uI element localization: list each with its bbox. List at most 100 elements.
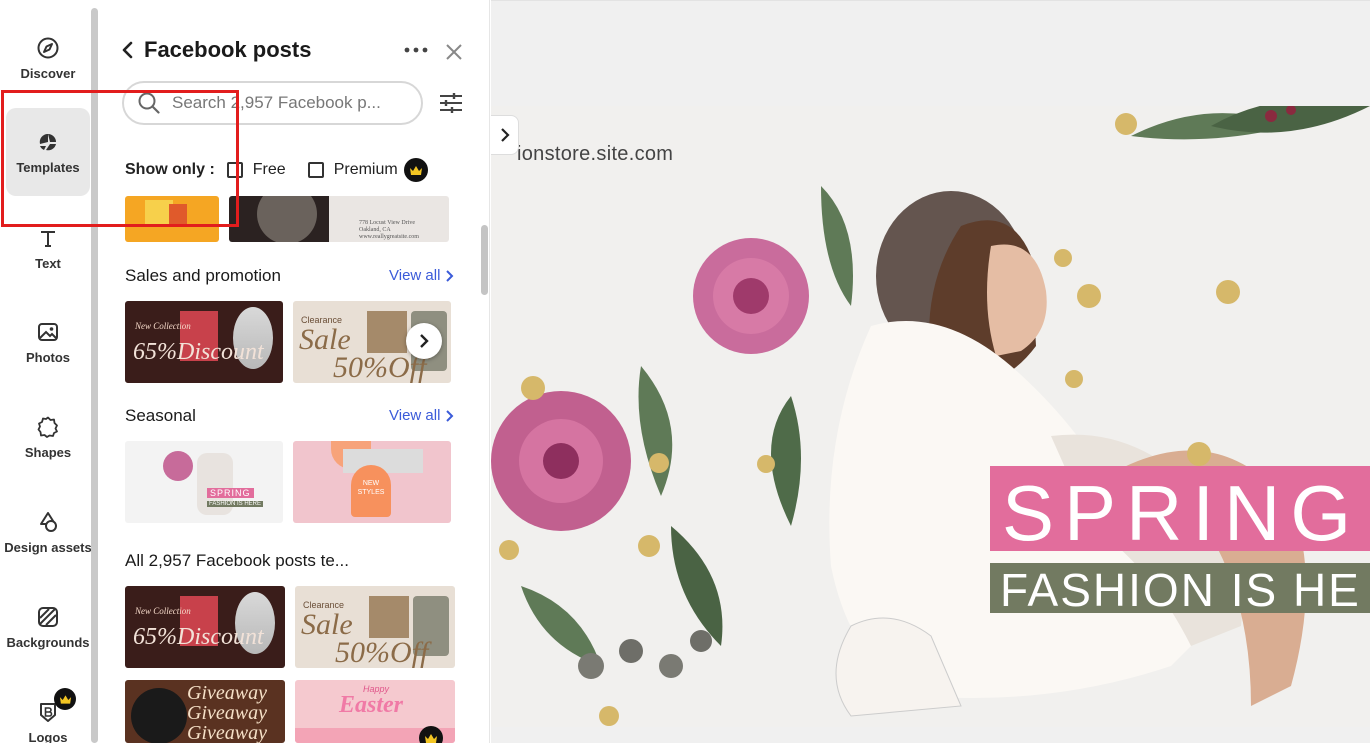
rail-label: Backgrounds [6, 634, 90, 650]
templates-icon [39, 133, 56, 150]
free-checkbox[interactable] [226, 162, 243, 178]
rail-item-design-assets[interactable]: Design assets [4, 488, 92, 576]
left-rail: Discover Templates Text Photos Shapes De… [0, 0, 100, 743]
thumb-percent: 50%Off [333, 351, 427, 383]
crown-icon [54, 688, 76, 710]
view-all-sales-link[interactable]: View all [389, 267, 454, 284]
premium-checkbox[interactable] [307, 162, 324, 178]
free-label: Free [252, 161, 286, 178]
search-field[interactable] [122, 81, 423, 125]
promo-image [367, 311, 407, 353]
thumb-title: Easter [339, 692, 404, 718]
thumb-percent: 50%Off [335, 636, 429, 668]
template-thumb-clearance-sale[interactable]: Clearance Sale 50%Off [295, 586, 455, 668]
thumb-subtitle: New Collection [135, 606, 191, 616]
rail-label: Templates [16, 159, 80, 175]
address-text: 778 Locust View Drive Oakland, CA www.re… [359, 220, 419, 240]
free-filter[interactable]: Free [226, 161, 286, 179]
rail-item-discover[interactable]: Discover [6, 14, 90, 102]
backgrounds-icon [38, 606, 58, 627]
template-thumb-easter[interactable]: Happy Easter [295, 680, 455, 743]
editor-app: Discover Templates Text Photos Shapes De… [0, 0, 1370, 743]
section-title-all: All 2,957 Facebook posts te... [125, 551, 349, 570]
crown-icon [403, 158, 428, 182]
canvas-background [491, 727, 1370, 743]
template-thumb-new-styles[interactable]: NEW STYLES [293, 441, 451, 523]
carousel-next-button[interactable] [406, 323, 442, 359]
template-thumb-spring[interactable]: SPRING FASHION IS HERE [125, 441, 283, 523]
canvas-headline: SPRING [1002, 469, 1362, 551]
text-icon [41, 230, 55, 247]
back-button[interactable] [122, 36, 140, 64]
canvas-headline-block[interactable]: SPRING [990, 466, 1370, 551]
rail-label: Logos [28, 729, 68, 743]
chevron-right-icon [446, 409, 454, 422]
rail-item-backgrounds[interactable]: Backgrounds [6, 583, 90, 671]
flower-image [163, 451, 193, 481]
filter-button[interactable] [438, 90, 464, 116]
compass-icon [37, 37, 59, 58]
rail-label: Shapes [24, 444, 72, 460]
template-thumb-sale-65[interactable]: New Collection 65%Discount [125, 301, 283, 383]
photo-icon [38, 322, 58, 341]
thumb-title: NEW STYLES [351, 465, 391, 517]
rail-item-text[interactable]: Text [6, 204, 90, 292]
panel-header: Facebook posts [122, 36, 311, 64]
chevron-left-icon [122, 41, 133, 59]
thumb-badge: SPRING [207, 488, 254, 498]
crown-icon [419, 726, 443, 743]
more-options-button[interactable] [402, 38, 430, 62]
premium-filter[interactable]: Premium [307, 158, 428, 182]
rail-label: Photos [25, 349, 71, 365]
section-title-sales: Sales and promotion [125, 266, 281, 285]
search-icon [138, 92, 160, 114]
panel-scrollbar[interactable] [481, 225, 488, 295]
thumb-subtitle: New Collection [135, 321, 191, 331]
template-thumb[interactable]: 778 Locust View Drive Oakland, CA www.re… [229, 196, 449, 242]
close-button[interactable] [442, 40, 466, 64]
view-all-seasonal-link[interactable]: View all [389, 407, 454, 424]
show-only-label: Show only : [125, 161, 215, 178]
view-all-label: View all [389, 267, 441, 284]
thumb-title: Giveaway [187, 722, 267, 743]
fashion-photo [491, 106, 1370, 727]
rail-item-photos[interactable]: Photos [6, 298, 90, 386]
rail-item-logos[interactable]: Logos [6, 678, 90, 743]
promo-image [369, 596, 409, 638]
rail-scrollbar[interactable] [91, 8, 98, 743]
chevron-right-icon [500, 128, 510, 142]
canvas-subheadline: FASHION IS HE [1000, 564, 1361, 613]
rail-item-templates[interactable]: Templates [6, 108, 90, 196]
view-all-label: View all [389, 407, 441, 424]
canvas-site-url[interactable]: ionstore.site.com [517, 143, 673, 166]
sliders-icon [440, 93, 462, 113]
more-icon [404, 47, 428, 53]
rail-label: Text [35, 255, 61, 271]
thumb-title: 65%Discount [133, 624, 264, 650]
photo-block [257, 196, 317, 242]
template-thumb-giveaway[interactable]: Giveaway Giveaway Giveaway [125, 680, 285, 743]
close-icon [446, 44, 462, 60]
chevron-right-icon [420, 334, 429, 348]
product-image [169, 204, 187, 226]
search-input[interactable] [172, 93, 382, 113]
collapse-panel-button[interactable] [491, 115, 519, 155]
canvas-subheadline-block[interactable]: FASHION IS HE [990, 563, 1370, 613]
thumb-subtitle: FASHION IS HERE [207, 501, 264, 507]
templates-panel: Facebook posts Show only : Free Premium [100, 0, 490, 743]
rail-item-shapes[interactable]: Shapes [6, 393, 90, 481]
chevron-right-icon [446, 269, 454, 282]
rail-label: Design assets [4, 539, 92, 555]
premium-label: Premium [333, 161, 398, 178]
template-thumb[interactable] [125, 196, 219, 242]
show-only-filters: Show only : Free Premium [125, 158, 450, 182]
rail-label: Discover [20, 65, 76, 81]
section-title-seasonal: Seasonal [125, 406, 196, 425]
design-canvas[interactable] [491, 106, 1370, 727]
shapes-icon [37, 416, 58, 438]
model-image [131, 688, 187, 743]
panel-title: Facebook posts [144, 37, 312, 62]
template-thumb-sale-65[interactable]: New Collection 65%Discount [125, 586, 285, 668]
design-assets-icon [40, 511, 57, 532]
canvas-background [491, 0, 1370, 106]
